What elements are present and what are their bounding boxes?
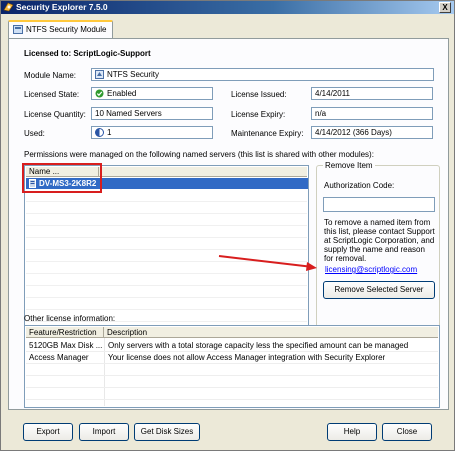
servers-caption: Permissions were managed on the followin…: [24, 150, 374, 159]
ntfs-module-icon: [95, 70, 104, 79]
row-divider: [26, 285, 307, 286]
maintenance-expiry-field: 4/14/2012 (366 Days): [311, 126, 433, 139]
column-divider: [104, 338, 105, 406]
description-cell: Your license does not allow Access Manag…: [108, 353, 386, 362]
remove-selected-server-button[interactable]: Remove Selected Server: [323, 281, 435, 299]
export-button[interactable]: Export: [23, 423, 73, 441]
description-cell: Only servers with a total storage capaci…: [108, 341, 409, 350]
tab-ntfs-security-module[interactable]: NTFS Security Module: [8, 20, 113, 38]
module-name-value: NTFS Security: [107, 70, 160, 79]
licensed-state-value: Enabled: [107, 89, 137, 98]
server-name: DV-MS3-2K8R2: [39, 179, 97, 188]
remove-item-group: Remove Item Authorization Code: To remov…: [316, 161, 440, 342]
row-divider: [26, 225, 307, 226]
servers-column-header[interactable]: Name ... (SHARED): [26, 167, 99, 186]
window-title: Security Explorer 7.5.0: [16, 2, 108, 12]
server-icon: [29, 179, 36, 188]
license-expiry-field: n/a: [311, 107, 433, 120]
close-button[interactable]: Close: [382, 423, 432, 441]
get-disk-sizes-button[interactable]: Get Disk Sizes: [134, 423, 200, 441]
licensed-to-label: Licensed to: ScriptLogic-Support: [24, 49, 151, 58]
servers-header-filler: [99, 167, 307, 177]
module-icon: [13, 25, 23, 34]
security-explorer-app-icon: [3, 2, 14, 12]
used-field: 1: [91, 126, 213, 139]
usage-pie-icon: [95, 128, 104, 137]
license-issued-field: 4/14/2011: [311, 87, 433, 100]
row-divider: [26, 297, 307, 298]
feature-restriction-header[interactable]: Feature/Restriction: [26, 327, 104, 338]
row-divider: [26, 375, 438, 376]
authorization-code-input[interactable]: [323, 197, 435, 212]
module-name-label: Module Name:: [24, 71, 77, 80]
title-bar: Security Explorer 7.5.0 X: [1, 1, 454, 14]
other-info-caption: Other license information:: [24, 314, 116, 323]
licensed-state-label: Licensed State:: [24, 90, 80, 99]
license-panel: Licensed to: ScriptLogic-Support Module …: [8, 38, 449, 410]
row-divider: [26, 261, 307, 262]
window-close-button[interactable]: X: [439, 2, 451, 13]
feature-cell: 5120GB Max Disk ...: [29, 341, 102, 350]
authorization-code-label: Authorization Code:: [324, 181, 395, 190]
license-issued-label: License Issued:: [231, 90, 287, 99]
license-expiry-label: License Expiry:: [231, 110, 286, 119]
tab-label: NTFS Security Module: [26, 25, 107, 34]
row-divider: [26, 249, 307, 250]
help-button[interactable]: Help: [327, 423, 377, 441]
remove-item-legend: Remove Item: [323, 161, 375, 170]
row-divider: [26, 201, 307, 202]
row-divider: [26, 363, 438, 364]
check-icon: [95, 89, 104, 98]
row-divider: [26, 387, 438, 388]
import-button[interactable]: Import: [79, 423, 129, 441]
license-quantity-field: 10 Named Servers: [91, 107, 213, 120]
description-header[interactable]: Description: [104, 327, 438, 338]
remove-help-text: To remove a named item from this list, p…: [324, 218, 435, 263]
row-divider: [26, 237, 307, 238]
row-divider: [26, 399, 438, 400]
license-window: Security Explorer 7.5.0 X NTFS Security …: [0, 0, 455, 451]
used-value: 1: [107, 128, 112, 137]
licensing-email-link[interactable]: licensing@scriptlogic.com: [325, 265, 417, 274]
licensed-state-field: Enabled: [91, 87, 213, 100]
module-name-field: NTFS Security: [91, 68, 434, 81]
row-divider: [26, 309, 307, 310]
feature-cell: Access Manager: [29, 353, 89, 362]
row-divider: [26, 273, 307, 274]
maintenance-expiry-label: Maintenance Expiry:: [231, 129, 304, 138]
license-quantity-label: License Quantity:: [24, 110, 86, 119]
server-row[interactable]: DV-MS3-2K8R2: [26, 178, 308, 189]
other-license-info-table[interactable]: Feature/Restriction Description 5120GB M…: [24, 325, 440, 408]
row-divider: [26, 213, 307, 214]
used-label: Used:: [24, 129, 45, 138]
